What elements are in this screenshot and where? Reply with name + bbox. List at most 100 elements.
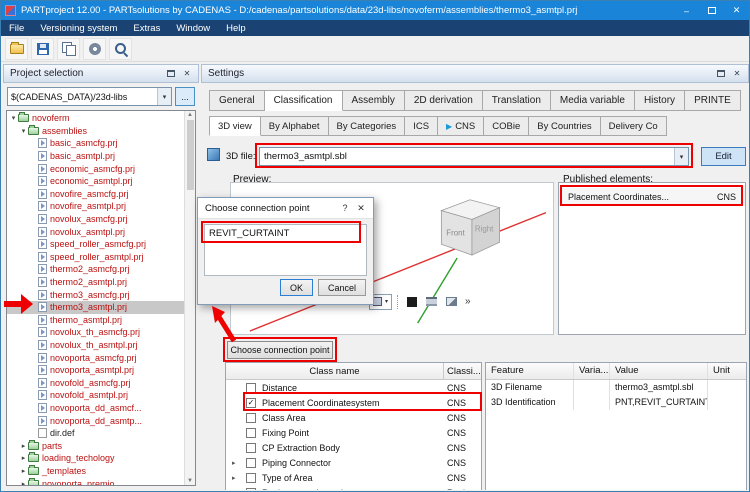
tree-item-novoporta-dd-asmtp[interactable]: novoporta_dd_asmtp...	[7, 414, 195, 427]
checkbox[interactable]	[246, 442, 256, 453]
checkbox[interactable]	[246, 487, 256, 490]
subtab-by-countries[interactable]: By Countries	[529, 116, 601, 136]
scroll-down-icon[interactable]: ▼	[187, 478, 193, 484]
value-header[interactable]: Value	[610, 363, 708, 379]
more-tools-chevron[interactable]: »	[465, 296, 471, 307]
tree-item-novofire-asmcfg-prj[interactable]: novofire_asmcfg.prj	[7, 188, 195, 201]
class-row-piping-connector[interactable]: ▸ Piping Connector CNS	[226, 455, 481, 470]
tree-item-speed-roller-asmtpl-prj[interactable]: speed_roller_asmtpl.prj	[7, 251, 195, 264]
menu-window[interactable]: Window	[168, 20, 218, 36]
search-button[interactable]	[109, 37, 132, 60]
class-row-revit-connection-points[interactable]: ▸ Revit connection pointsRevit	[226, 485, 481, 490]
class-row-placement-coordinatesystem[interactable]: ✓ Placement Coordinatesystem CNS	[226, 395, 481, 410]
tree-item-thermo2-asmcfg-prj[interactable]: thermo2_asmcfg.prj	[7, 263, 195, 276]
close-panel-button[interactable]: ✕	[179, 67, 195, 81]
edit-button[interactable]: Edit	[701, 147, 746, 166]
class-row-fixing-point[interactable]: Fixing Point CNS	[226, 425, 481, 440]
checkbox[interactable]	[246, 457, 256, 468]
tree-item-novofold-asmcfg-prj[interactable]: novofold_asmcfg.prj	[7, 376, 195, 389]
chevron-down-icon[interactable]: ▾	[674, 148, 688, 165]
tab-classification[interactable]: Classification	[264, 90, 343, 111]
tree-item-economic-asmcfg-prj[interactable]: economic_asmcfg.prj	[7, 162, 195, 175]
classification-header[interactable]: Classi...	[444, 363, 481, 379]
feature-header[interactable]: Feature	[486, 363, 574, 379]
checkbox[interactable]	[246, 412, 256, 423]
choose-connection-point-button[interactable]: Choose connection point	[227, 341, 333, 359]
tree-item-dir-def[interactable]: dir.def	[7, 427, 195, 440]
close-settings-button[interactable]: ✕	[729, 67, 745, 81]
chevron-down-icon[interactable]: ▾	[157, 88, 171, 105]
tab-media-variable[interactable]: Media variable	[550, 90, 635, 111]
tree-scrollbar[interactable]: ▲ ▼	[184, 111, 195, 485]
subtab-by-alphabet[interactable]: By Alphabet	[260, 116, 329, 136]
tree-item-novofold-asmtpl-prj[interactable]: novofold_asmtpl.prj	[7, 389, 195, 402]
scroll-up-icon[interactable]: ▲	[187, 112, 193, 118]
dialog-title-bar[interactable]: Choose connection point ? ✕	[198, 198, 373, 219]
tree-item-assemblies[interactable]: ▾ assemblies	[7, 124, 195, 138]
subtab-cns[interactable]: ▶ CNS	[438, 116, 485, 136]
published-element-row[interactable]: Placement Coordinates... CNS	[559, 188, 745, 205]
save-button[interactable]	[31, 37, 54, 60]
cancel-button[interactable]: Cancel	[317, 279, 366, 296]
tab-translation[interactable]: Translation	[482, 90, 551, 111]
connection-point-item[interactable]: REVIT_CURTAINT	[205, 225, 366, 241]
tree-item-novofire-asmtpl-prj[interactable]: novofire_asmtpl.prj	[7, 200, 195, 213]
tab-general[interactable]: General	[209, 90, 265, 111]
tree-item-thermo3-asmtpl-prj[interactable]: thermo3_asmtpl.prj	[7, 300, 195, 314]
tree-item-speed-roller-asmcfg-prj[interactable]: speed_roller_asmcfg.prj	[7, 238, 195, 251]
dialog-help-button[interactable]: ?	[337, 201, 353, 215]
tree-item-basic-asmtpl-prj[interactable]: basic_asmtpl.prj	[7, 150, 195, 163]
expander-icon[interactable]: ▾	[19, 127, 28, 135]
browse-button[interactable]: ...	[175, 87, 195, 106]
tree-item-novoporta-asmcfg-prj[interactable]: novoporta_asmcfg.prj	[7, 351, 195, 364]
unit-header[interactable]: Unit	[708, 363, 746, 379]
tree-item-thermo2-asmtpl-prj[interactable]: thermo2_asmtpl.prj	[7, 276, 195, 289]
shaded-view-button[interactable]	[403, 294, 420, 310]
feature-row-3d-filename[interactable]: 3D Filename thermo3_asmtpl.sbl	[486, 380, 746, 395]
tree-item-novoferm[interactable]: ▾ novoferm	[7, 112, 195, 125]
tree-item-parts[interactable]: ▸ parts	[7, 439, 195, 452]
tree-item-novolux-th-asmtpl-prj[interactable]: novolux_th_asmtpl.prj	[7, 339, 195, 352]
tree-item-novolux-asmcfg-prj[interactable]: novolux_asmcfg.prj	[7, 213, 195, 226]
subtab-by-categories[interactable]: By Categories	[328, 116, 406, 136]
checkbox[interactable]	[246, 472, 256, 483]
checkbox[interactable]	[246, 382, 256, 393]
dialog-close-button[interactable]: ✕	[353, 201, 369, 215]
subtab-ics[interactable]: ICS	[405, 116, 439, 136]
tree-item-novoporta-asmtpl-prj[interactable]: novoporta_asmtpl.prj	[7, 364, 195, 377]
tree-item-novoporta-dd-asmcf[interactable]: novoporta_dd_asmcf...	[7, 402, 195, 415]
float-settings-button[interactable]	[713, 67, 729, 81]
variable-header[interactable]: Varia...	[574, 363, 610, 379]
tree-item-thermo-asmtpl-prj[interactable]: thermo_asmtpl.prj	[7, 314, 195, 327]
tab-printe[interactable]: PRINTE	[685, 90, 741, 111]
checkbox[interactable]: ✓	[246, 397, 256, 408]
tree-item-basic-asmcfg-prj[interactable]: basic_asmcfg.prj	[7, 137, 195, 150]
expander-icon[interactable]: ▾	[9, 114, 18, 122]
class-row-distance[interactable]: Distance CNS	[226, 380, 481, 395]
layers-view-button[interactable]	[423, 294, 440, 310]
menu-versioning-system[interactable]: Versioning system	[32, 20, 125, 36]
scroll-thumb[interactable]	[186, 120, 194, 190]
tree-item-economic-asmtpl-prj[interactable]: economic_asmtpl.prj	[7, 175, 195, 188]
class-row-class-area[interactable]: Class Area CNS	[226, 410, 481, 425]
feature-row-3d-identification[interactable]: 3D Identification PNT,REVIT_CURTAINT	[486, 395, 746, 410]
close-button[interactable]: ✕	[724, 1, 749, 20]
tree-item-thermo3-asmcfg-prj[interactable]: thermo3_asmcfg.prj	[7, 288, 195, 301]
subtab-3d-view[interactable]: 3D view	[209, 116, 261, 136]
minimize-button[interactable]: –	[674, 1, 699, 20]
3d-file-combo[interactable]: thermo3_asmtpl.sbl ▾	[259, 147, 689, 166]
subtab-cobie[interactable]: COBie	[484, 116, 530, 136]
class-row-type-of-area[interactable]: ▸ Type of Area CNS	[226, 470, 481, 485]
expander-icon[interactable]: ▸	[19, 480, 28, 485]
tab-assembly[interactable]: Assembly	[342, 90, 405, 111]
project-path-combo[interactable]: $(CADENAS_DATA)/23d-libs ▾	[7, 87, 172, 106]
ok-button[interactable]: OK	[279, 279, 313, 296]
settings-button[interactable]	[83, 37, 106, 60]
tree-item-novolux-asmtpl-prj[interactable]: novolux_asmtpl.prj	[7, 225, 195, 238]
tree-item-templates[interactable]: ▸ _templates	[7, 464, 195, 478]
class-name-header[interactable]: Class name	[226, 363, 444, 379]
open-project-button[interactable]	[5, 37, 28, 60]
expander-icon[interactable]: ▸	[19, 467, 28, 475]
tab-history[interactable]: History	[634, 90, 686, 111]
expander-icon[interactable]: ▸	[19, 454, 28, 462]
